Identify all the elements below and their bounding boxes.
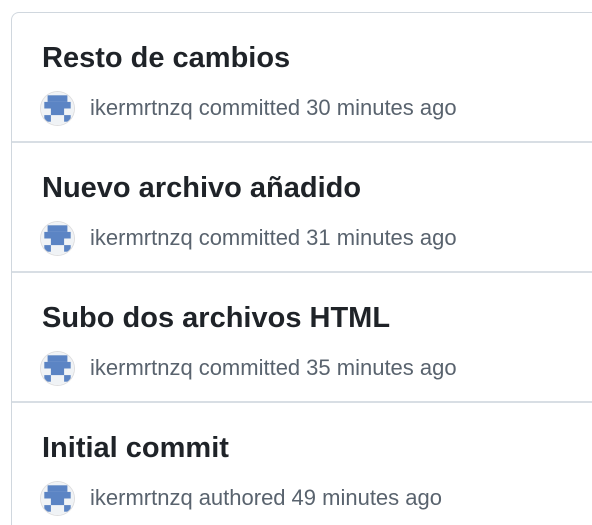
- commit-author-link[interactable]: ikermrtnzq: [90, 355, 193, 381]
- commit-meta: ikermrtnzq committed 30 minutes ago: [41, 91, 457, 125]
- commit-action: committed: [198, 95, 301, 120]
- commit-timestamp: 30 minutes ago: [306, 95, 457, 120]
- commit-author-link[interactable]: ikermrtnzq: [90, 225, 193, 251]
- commit-list: Resto de cambios ikermrtnzq committed 30…: [11, 12, 592, 525]
- avatar-icon[interactable]: [41, 481, 74, 515]
- commit-meta: ikermrtnzq authored 49 minutes ago: [41, 481, 442, 515]
- commit-title[interactable]: Nuevo archivo añadido: [42, 171, 361, 205]
- commit-row[interactable]: Subo dos archivos HTML ikermrtnzq commit…: [12, 273, 592, 403]
- commit-action: committed: [198, 355, 301, 380]
- commit-row[interactable]: Resto de cambios ikermrtnzq committed 30…: [12, 13, 592, 143]
- commit-title[interactable]: Subo dos archivos HTML: [42, 301, 390, 335]
- commit-author-link[interactable]: ikermrtnzq: [90, 95, 193, 121]
- commit-meta: ikermrtnzq committed 31 minutes ago: [41, 221, 457, 255]
- commit-title[interactable]: Initial commit: [42, 431, 229, 465]
- commit-row[interactable]: Initial commit ikermrtnzq authored 49 mi…: [12, 403, 592, 525]
- commit-meta: ikermrtnzq committed 35 minutes ago: [41, 351, 457, 385]
- avatar-icon[interactable]: [41, 221, 74, 255]
- commit-action: authored: [198, 485, 286, 510]
- commit-timestamp: 31 minutes ago: [306, 225, 457, 250]
- commit-author-link[interactable]: ikermrtnzq: [90, 485, 193, 511]
- commit-timestamp: 49 minutes ago: [291, 485, 442, 510]
- commit-row[interactable]: Nuevo archivo añadido ikermrtnzq committ…: [12, 143, 592, 273]
- commit-action: committed: [198, 225, 301, 250]
- commit-title[interactable]: Resto de cambios: [42, 41, 290, 75]
- avatar-icon[interactable]: [41, 351, 74, 385]
- avatar-icon[interactable]: [41, 91, 74, 125]
- commit-timestamp: 35 minutes ago: [306, 355, 457, 380]
